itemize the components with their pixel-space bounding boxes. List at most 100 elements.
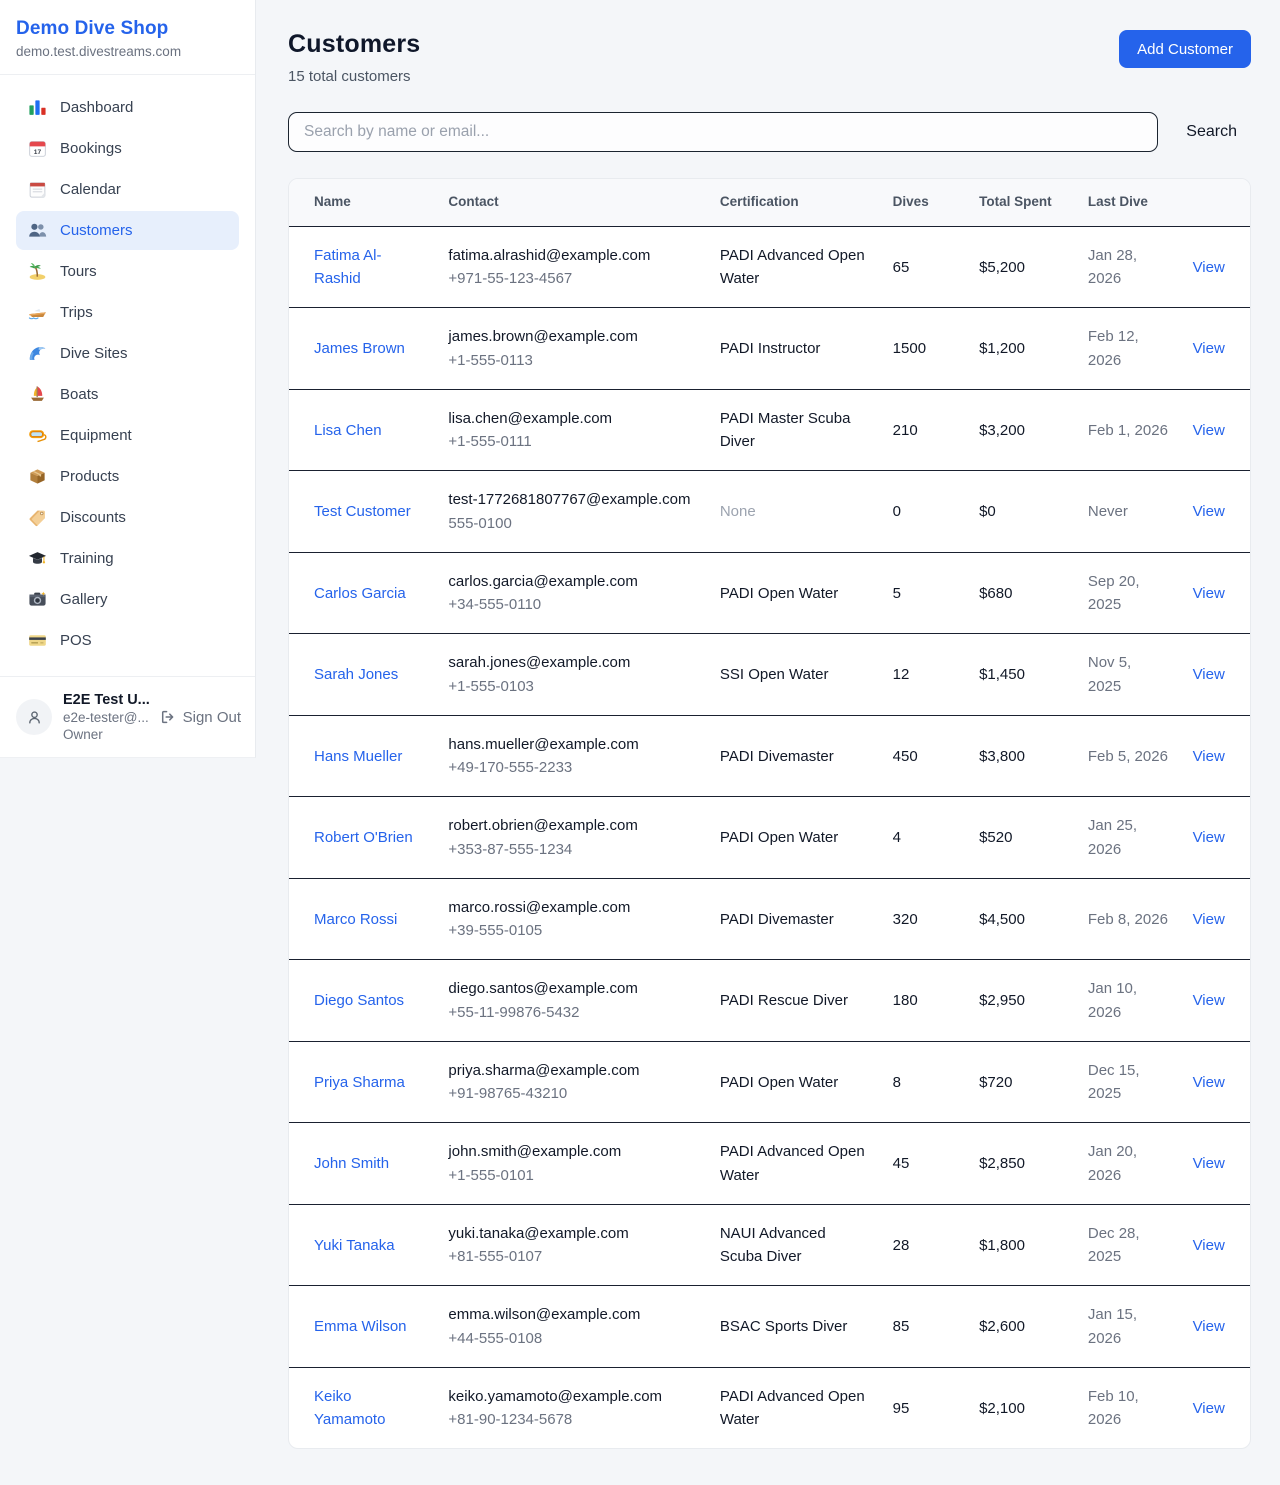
customer-name-link[interactable]: Emma Wilson bbox=[314, 1318, 407, 1335]
customer-name-link[interactable]: Fatima Al-Rashid bbox=[314, 247, 382, 287]
view-link[interactable]: View bbox=[1193, 503, 1225, 520]
view-link[interactable]: View bbox=[1193, 992, 1225, 1009]
sidebar-item-customers[interactable]: Customers bbox=[16, 211, 239, 250]
customer-total-spent: $2,600 bbox=[979, 1318, 1025, 1335]
view-link[interactable]: View bbox=[1193, 1074, 1225, 1091]
user-name: E2E Test U... bbox=[63, 692, 149, 708]
customer-phone: +39-555-0105 bbox=[448, 919, 695, 942]
customer-email: sarah.jones@example.com bbox=[448, 651, 695, 674]
customer-last-dive: Feb 12, 2026 bbox=[1088, 328, 1139, 368]
customer-name-link[interactable]: Yuki Tanaka bbox=[314, 1237, 395, 1254]
search-button[interactable]: Search bbox=[1158, 123, 1237, 141]
view-link[interactable]: View bbox=[1193, 666, 1225, 683]
bookings-icon: 17 bbox=[28, 139, 47, 158]
customer-email: diego.santos@example.com bbox=[448, 977, 695, 1000]
sign-out-button[interactable]: Sign Out bbox=[160, 709, 241, 726]
customer-certification: PADI Instructor bbox=[720, 340, 821, 357]
user-icon bbox=[26, 709, 43, 726]
sidebar-item-equipment[interactable]: Equipment bbox=[16, 416, 239, 455]
sidebar-item-trips[interactable]: Trips bbox=[16, 293, 239, 332]
view-link[interactable]: View bbox=[1193, 585, 1225, 602]
sign-out-icon bbox=[160, 709, 176, 725]
dashboard-icon bbox=[28, 98, 47, 117]
customer-certification: PADI Master Scuba Diver bbox=[720, 410, 851, 450]
user-meta: E2E Test U... e2e-tester@... Owner bbox=[63, 692, 149, 742]
sidebar-item-label: Gallery bbox=[60, 591, 108, 608]
customer-certification: PADI Divemaster bbox=[720, 748, 834, 765]
boats-icon bbox=[28, 385, 47, 404]
sidebar-item-label: Boats bbox=[60, 386, 98, 403]
view-link[interactable]: View bbox=[1193, 1155, 1225, 1172]
products-icon bbox=[28, 467, 47, 486]
customer-name-link[interactable]: John Smith bbox=[314, 1155, 389, 1172]
view-link[interactable]: View bbox=[1193, 422, 1225, 439]
customer-email: yuki.tanaka@example.com bbox=[448, 1222, 695, 1245]
table-row: Priya Sharmapriya.sharma@example.com+91-… bbox=[289, 1041, 1250, 1123]
trips-icon bbox=[28, 303, 47, 322]
customer-certification: None bbox=[720, 503, 756, 520]
customer-certification: PADI Open Water bbox=[720, 829, 838, 846]
customer-phone: +1-555-0101 bbox=[448, 1164, 695, 1187]
view-link[interactable]: View bbox=[1193, 259, 1225, 276]
sidebar-item-products[interactable]: Products bbox=[16, 457, 239, 496]
customer-name-link[interactable]: James Brown bbox=[314, 340, 405, 357]
view-link[interactable]: View bbox=[1193, 1237, 1225, 1254]
view-link[interactable]: View bbox=[1193, 1318, 1225, 1335]
customer-dives: 4 bbox=[893, 829, 901, 846]
sidebar-item-boats[interactable]: Boats bbox=[16, 375, 239, 414]
table-row: Robert O'Brienrobert.obrien@example.com+… bbox=[289, 797, 1250, 879]
customer-phone: +55-11-99876-5432 bbox=[448, 1001, 695, 1024]
customer-phone: +1-555-0111 bbox=[448, 430, 695, 453]
table-body: Fatima Al-Rashidfatima.alrashid@example.… bbox=[289, 226, 1250, 1448]
sidebar-item-calendar[interactable]: Calendar bbox=[16, 170, 239, 209]
discounts-icon bbox=[28, 508, 47, 527]
customer-dives: 210 bbox=[893, 422, 918, 439]
customer-total-spent: $1,200 bbox=[979, 340, 1025, 357]
sidebar-item-gallery[interactable]: Gallery bbox=[16, 580, 239, 619]
customer-name-link[interactable]: Robert O'Brien bbox=[314, 829, 413, 846]
table-row: Emma Wilsonemma.wilson@example.com+44-55… bbox=[289, 1286, 1250, 1368]
customer-last-dive: Feb 8, 2026 bbox=[1088, 911, 1168, 928]
add-customer-button[interactable]: Add Customer bbox=[1119, 30, 1251, 68]
view-link[interactable]: View bbox=[1193, 340, 1225, 357]
customer-last-dive: Jan 28, 2026 bbox=[1088, 247, 1137, 287]
sidebar-item-discounts[interactable]: Discounts bbox=[16, 498, 239, 537]
sidebar-item-training[interactable]: Training bbox=[16, 539, 239, 578]
customer-name-link[interactable]: Sarah Jones bbox=[314, 666, 398, 683]
gallery-icon bbox=[28, 590, 47, 609]
customer-last-dive: Feb 10, 2026 bbox=[1088, 1388, 1139, 1428]
table-row: Test Customertest-1772681807767@example.… bbox=[289, 471, 1250, 553]
user-box: E2E Test U... e2e-tester@... Owner Sign … bbox=[0, 676, 255, 757]
table-row: Hans Muellerhans.mueller@example.com+49-… bbox=[289, 715, 1250, 797]
brand-name: Demo Dive Shop bbox=[16, 18, 239, 40]
customer-phone: +34-555-0110 bbox=[448, 593, 695, 616]
table-row: Carlos Garciacarlos.garcia@example.com+3… bbox=[289, 552, 1250, 634]
customer-name-link[interactable]: Carlos Garcia bbox=[314, 585, 406, 602]
view-link[interactable]: View bbox=[1193, 748, 1225, 765]
sign-out-label: Sign Out bbox=[183, 709, 241, 726]
customer-name-link[interactable]: Priya Sharma bbox=[314, 1074, 405, 1091]
app-root: Demo Dive Shop demo.test.divestreams.com… bbox=[0, 0, 1280, 1479]
sidebar-item-tours[interactable]: Tours bbox=[16, 252, 239, 291]
user-email: e2e-tester@... bbox=[63, 710, 149, 725]
customer-name-link[interactable]: Hans Mueller bbox=[314, 748, 402, 765]
sidebar-item-bookings[interactable]: 17Bookings bbox=[16, 129, 239, 168]
training-icon bbox=[28, 549, 47, 568]
view-link[interactable]: View bbox=[1193, 911, 1225, 928]
customer-last-dive: Dec 28, 2025 bbox=[1088, 1225, 1140, 1265]
customer-name-link[interactable]: Diego Santos bbox=[314, 992, 404, 1009]
customer-certification: PADI Divemaster bbox=[720, 911, 834, 928]
search-input[interactable] bbox=[288, 112, 1158, 152]
view-link[interactable]: View bbox=[1193, 829, 1225, 846]
customer-name-link[interactable]: Lisa Chen bbox=[314, 422, 382, 439]
customer-name-link[interactable]: Test Customer bbox=[314, 503, 411, 520]
customer-name-link[interactable]: Keiko Yamamoto bbox=[314, 1388, 385, 1428]
sidebar-item-pos[interactable]: POS bbox=[16, 621, 239, 660]
sidebar-item-dive-sites[interactable]: Dive Sites bbox=[16, 334, 239, 373]
customer-phone: +971-55-123-4567 bbox=[448, 267, 695, 290]
view-link[interactable]: View bbox=[1193, 1400, 1225, 1417]
customer-dives: 5 bbox=[893, 585, 901, 602]
sidebar-item-dashboard[interactable]: Dashboard bbox=[16, 88, 239, 127]
customer-name-link[interactable]: Marco Rossi bbox=[314, 911, 397, 928]
brand-domain: demo.test.divestreams.com bbox=[16, 44, 239, 59]
